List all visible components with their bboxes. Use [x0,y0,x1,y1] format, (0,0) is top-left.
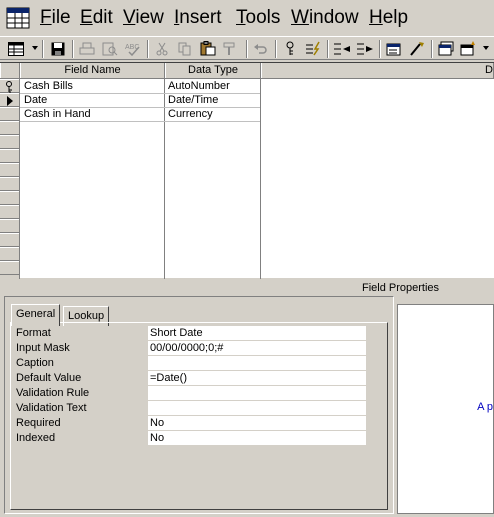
toolbar-separator [72,40,74,58]
row-selector[interactable] [0,79,19,93]
toolbar: ABC [0,36,494,60]
prop-label-input-mask: Input Mask [16,342,70,354]
prop-label-format: Format [16,327,51,339]
selector-header[interactable] [0,63,20,78]
insert-rows-icon[interactable] [332,39,352,58]
toolbar-separator [147,40,149,58]
format-painter-icon[interactable] [221,39,241,58]
column-divider [260,79,261,279]
row-selector[interactable] [0,233,19,247]
copy-icon[interactable] [175,39,195,58]
print-icon[interactable] [77,39,97,58]
tab-general[interactable]: General [11,304,61,326]
indexes-icon[interactable] [303,39,323,58]
field-name-cell[interactable]: Date [24,93,47,107]
row-selector[interactable] [0,191,19,205]
prop-value-required[interactable]: No [148,416,366,430]
new-object-dropdown-arrow[interactable] [483,46,489,50]
row-selector-column [0,79,20,279]
field-grid: Field Name Data Type D Cash Bills AutoNu… [0,62,494,279]
menu-insert[interactable]: Insert [174,6,222,30]
menu-view[interactable]: View [123,6,164,30]
prop-value-default-value[interactable]: =Date() [148,371,366,385]
prop-value-format[interactable]: Short Date [148,326,366,340]
primary-key-icon [6,81,12,93]
field-name-cell[interactable]: Cash in Hand [24,107,91,121]
row-selector[interactable] [0,261,19,275]
row-selector[interactable] [0,177,19,191]
row-selector[interactable] [0,93,19,107]
prop-value-indexed[interactable]: No [148,431,366,445]
row-selector[interactable] [0,247,19,261]
prop-label-default-value: Default Value [16,372,82,384]
view-dropdown-arrow[interactable] [32,46,38,50]
data-type-cell[interactable]: Currency [168,107,213,121]
row-selector[interactable] [0,121,19,135]
menu-file[interactable]: File [40,6,71,30]
properties-icon[interactable] [384,39,404,58]
prop-value-validation-text[interactable] [148,401,366,415]
data-type-cell[interactable]: Date/Time [168,93,218,107]
prop-label-validation-text: Validation Text [16,402,87,414]
row-divider [20,121,260,122]
toolbar-separator [379,40,381,58]
new-object-icon[interactable] [459,39,479,58]
print-preview-icon[interactable] [100,39,120,58]
prop-label-caption: Caption [16,357,54,369]
toolbar-separator [246,40,248,58]
toolbar-separator [327,40,329,58]
toolbar-separator [42,40,44,58]
spelling-icon[interactable]: ABC [123,39,143,58]
column-header-data-type[interactable]: Data Type [165,63,261,78]
datasheet-view-icon[interactable] [6,39,26,58]
column-header-description[interactable]: D [261,63,494,78]
field-properties-title: Field Properties [362,282,440,294]
grid-header: Field Name Data Type D [0,63,494,79]
prop-value-caption[interactable] [148,356,366,370]
data-type-cell[interactable]: AutoNumber [168,79,230,93]
delete-rows-icon[interactable] [355,39,375,58]
column-header-field-name[interactable]: Field Name [20,63,165,78]
toolbar-separator [431,40,433,58]
paste-icon[interactable] [198,39,218,58]
current-row-arrow-icon [7,96,13,106]
undo-icon[interactable] [251,39,271,58]
prop-label-required: Required [16,417,61,429]
column-divider [164,79,165,279]
toolbar-separator [275,40,277,58]
prop-label-indexed: Indexed [16,432,56,444]
row-selector[interactable] [0,163,19,177]
table-design-icon[interactable] [6,6,32,30]
row-selector[interactable] [0,135,19,149]
row-selector[interactable] [0,205,19,219]
cut-icon[interactable] [152,39,172,58]
database-window-icon[interactable] [436,39,456,58]
menu-window[interactable]: Window [291,6,359,30]
property-help-text: A p [477,401,493,413]
save-icon[interactable] [48,39,68,58]
prop-value-validation-rule[interactable] [148,386,366,400]
menu-help[interactable]: Help [369,6,408,30]
prop-label-validation-rule: Validation Rule [16,387,90,399]
build-icon[interactable] [407,39,427,58]
primary-key-icon[interactable] [280,39,300,58]
row-selector[interactable] [0,107,19,121]
prop-value-input-mask[interactable]: 00/00/0000;0;# [148,341,366,355]
menu-bar: File Edit View Insert Tools Window Help [0,0,494,36]
property-help-pane: A p [397,304,494,514]
menu-tools[interactable]: Tools [236,6,280,30]
row-selector[interactable] [0,219,19,233]
field-name-cell[interactable]: Cash Bills [24,79,73,93]
menu-edit[interactable]: Edit [80,6,113,30]
row-selector[interactable] [0,149,19,163]
row-divider [20,93,260,94]
